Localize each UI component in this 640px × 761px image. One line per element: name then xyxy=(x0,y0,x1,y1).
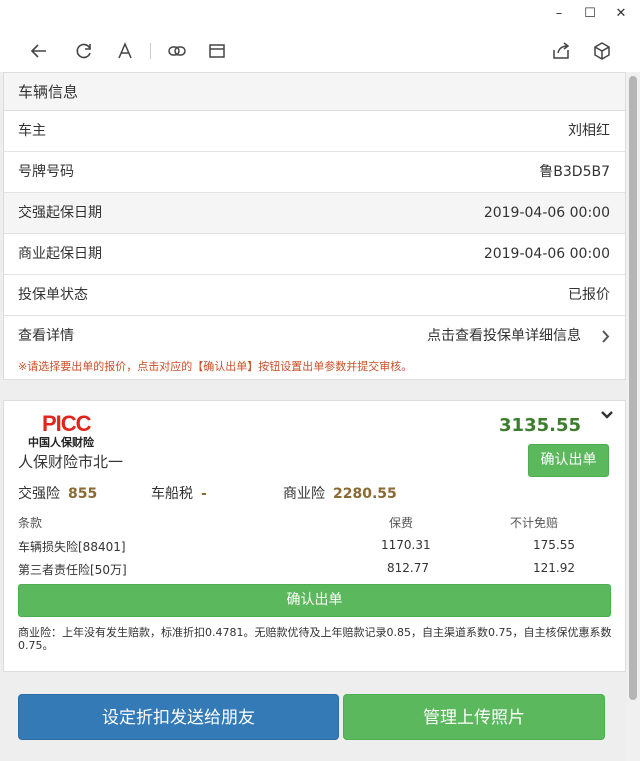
confirm-issue-button[interactable]: 确认出单 xyxy=(528,444,609,477)
row-label: 号牌号码 xyxy=(18,164,74,180)
row-label: 商业起保日期 xyxy=(18,246,102,262)
row-value: 已报价 xyxy=(568,287,610,303)
manage-photos-button[interactable]: 管理上传照片 xyxy=(343,694,605,740)
window-icon[interactable] xyxy=(206,40,228,62)
summary-label: 车船税 xyxy=(151,486,193,502)
row-value: 2019-04-06 00:00 xyxy=(483,205,610,221)
cube-icon[interactable] xyxy=(591,40,613,62)
row-value: 鲁B3D5B7 xyxy=(539,164,610,180)
back-arrow-icon[interactable] xyxy=(28,40,50,62)
table-cell-clause: 第三者责任险[50万] xyxy=(18,563,127,577)
column-header-clause: 条款 xyxy=(18,516,43,530)
summary-value: 855 xyxy=(68,486,98,502)
svg-text:PICC: PICC xyxy=(42,411,92,436)
instruction-tip: ※请选择要出单的报价，点击对应的【确认出单】按钮设置出单参数并提交审核。 xyxy=(18,360,413,373)
vehicle-tax: 车船税 - xyxy=(151,483,207,503)
window-titlebar: – ☐ ✕ xyxy=(0,0,640,28)
quote-total: 3135.55 xyxy=(499,415,581,436)
table-cell-deductible: 175.55 xyxy=(533,538,575,552)
table-cell-deductible: 121.92 xyxy=(533,561,575,575)
row-policy-status: 投保单状态 已报价 xyxy=(4,275,625,316)
row-label: 车主 xyxy=(18,123,46,139)
refresh-icon[interactable] xyxy=(73,40,95,62)
svg-text:中国人保财险: 中国人保财险 xyxy=(28,435,95,449)
page-content: 车辆信息 车主 刘相红 号牌号码 鲁B3D5B7 交强起保日期 2019-04-… xyxy=(0,72,626,761)
maximize-button[interactable]: ☐ xyxy=(577,4,603,24)
confirm-issue-wide-button[interactable]: 确认出单 xyxy=(18,584,611,617)
vehicle-info-title: 车辆信息 xyxy=(4,73,625,111)
row-value: 刘相红 xyxy=(568,123,610,139)
close-button[interactable]: ✕ xyxy=(608,4,634,24)
row-label: 交强起保日期 xyxy=(18,205,102,221)
picc-logo: PICC 中国人保财险 xyxy=(28,411,118,449)
summary-label: 商业险 xyxy=(283,486,325,502)
font-size-icon[interactable] xyxy=(114,40,136,62)
insurer-name: 人保财险市北一 xyxy=(18,453,124,471)
send-discount-button[interactable]: 设定折扣发送给朋友 xyxy=(18,694,339,740)
row-label: 查看详情 xyxy=(18,328,74,344)
chevron-right-icon xyxy=(601,316,611,372)
row-owner: 车主 刘相红 xyxy=(4,111,625,152)
row-compulsory-start: 交强起保日期 2019-04-06 00:00 xyxy=(4,193,625,234)
summary-value: 2280.55 xyxy=(333,486,397,502)
commercial-premium: 商业险 2280.55 xyxy=(283,483,397,503)
vehicle-info-card: 车辆信息 车主 刘相红 号牌号码 鲁B3D5B7 交强起保日期 2019-04-… xyxy=(3,72,626,380)
discount-note: 商业险：上年没有发生赔款，标准折扣0.4781。无赔款优待及上年赔款记录0.85… xyxy=(18,626,612,652)
row-value: 2019-04-06 00:00 xyxy=(483,246,610,262)
share-icon[interactable] xyxy=(550,40,572,62)
browser-toolbar xyxy=(0,28,640,72)
column-header-premium: 保费 xyxy=(389,516,414,530)
compulsory-premium: 交强险 855 xyxy=(18,483,97,503)
toolbar-divider xyxy=(150,43,151,59)
vertical-scrollbar[interactable] xyxy=(626,72,640,761)
table-cell-clause: 车辆损失险[88401] xyxy=(18,540,126,554)
column-header-deductible: 不计免赔 xyxy=(510,516,559,530)
minimize-button[interactable]: – xyxy=(546,4,572,24)
chevron-down-icon[interactable] xyxy=(599,407,615,423)
link-icon[interactable] xyxy=(166,40,188,62)
table-cell-premium: 1170.31 xyxy=(381,538,431,552)
summary-value: - xyxy=(201,486,207,502)
row-plate: 号牌号码 鲁B3D5B7 xyxy=(4,152,625,193)
row-view-details[interactable]: 查看详情 点击查看投保单详细信息 xyxy=(4,316,625,357)
row-label: 投保单状态 xyxy=(18,287,88,303)
table-cell-premium: 812.77 xyxy=(387,561,429,575)
summary-label: 交强险 xyxy=(18,486,60,502)
quote-card: PICC 中国人保财险 人保财险市北一 3135.55 确认出单 交强险 855 … xyxy=(3,400,626,672)
scrollbar-thumb[interactable] xyxy=(629,76,637,700)
view-details-link[interactable]: 点击查看投保单详细信息 xyxy=(427,316,581,357)
row-commercial-start: 商业起保日期 2019-04-06 00:00 xyxy=(4,234,625,275)
